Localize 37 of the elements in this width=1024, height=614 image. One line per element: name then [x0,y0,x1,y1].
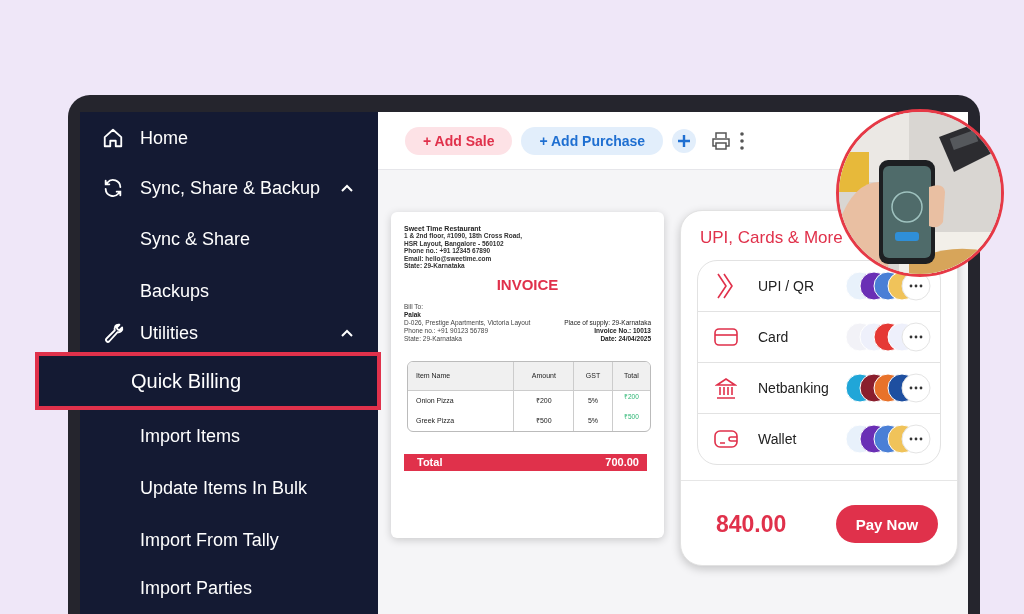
sidebar-item[interactable]: Sync, Share & Backup [80,164,378,212]
sidebar-item[interactable]: Update Items In Bulk [80,462,378,514]
payment-method[interactable]: Netbanking [698,362,940,413]
payment-title: UPI, Cards & More [699,227,844,249]
sidebar-item[interactable]: Sync & Share [80,212,378,266]
pay-now-button[interactable]: Pay Now [836,505,938,543]
sidebar-item[interactable]: Import Parties [80,566,378,610]
home-icon [102,127,124,149]
total-amount: 700.00 [605,456,639,469]
sidebar-item[interactable]: Import Items [80,410,378,462]
payment-logos-icon [845,373,931,403]
sidebar-item[interactable]: Import From Tally [80,514,378,566]
wallet-icon [714,429,738,449]
sidebar-item[interactable]: Backups [80,266,378,316]
add-sale-button[interactable]: + Add Sale [405,126,513,155]
amount: 840.00 [716,510,787,538]
payment-method[interactable]: Card [698,311,940,362]
more-icon[interactable] [740,131,745,150]
invoice-title: INVOICE [495,275,560,293]
sidebar-item[interactable]: Utilities [80,316,378,350]
payment-method[interactable]: Wallet [698,413,940,464]
add-button[interactable] [672,128,697,153]
payment-logos-icon [845,322,931,352]
plus-icon [678,134,691,147]
sidebar-item[interactable]: Quick Billing [35,352,381,410]
printer-icon[interactable] [711,130,732,151]
payment-logos-icon [845,424,931,454]
chevron-icon[interactable] [340,328,354,338]
chevron-icon[interactable] [340,183,354,193]
sidebar-item[interactable]: Home [80,112,378,164]
add-purchase-button[interactable]: + Add Purchase [521,126,664,155]
bank-icon [715,377,737,399]
card-icon [714,328,738,346]
total-label: Total [417,456,443,469]
sync-icon [102,177,124,199]
payment-method[interactable]: UPI / QR [698,261,940,311]
wrench-icon [102,322,124,344]
